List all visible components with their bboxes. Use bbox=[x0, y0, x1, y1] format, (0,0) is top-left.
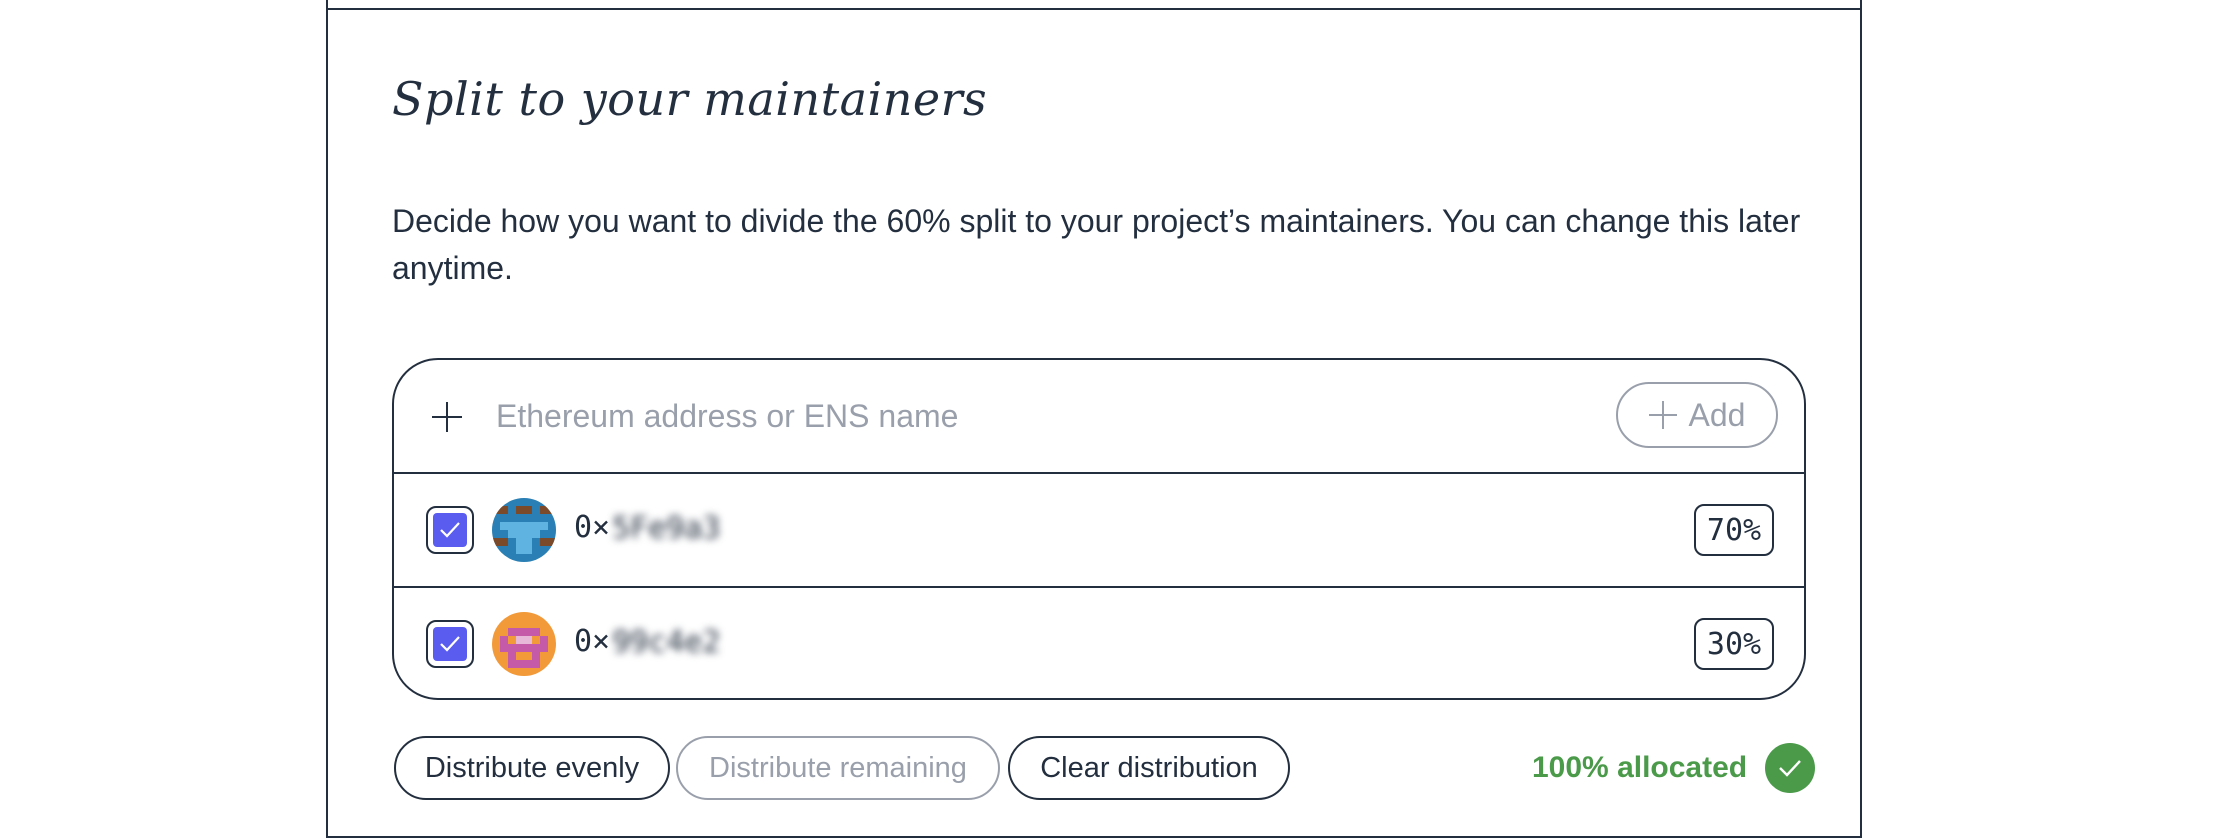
maintainers-panel: Split to your maintainers Decide how you… bbox=[326, 0, 1862, 838]
check-icon bbox=[433, 627, 467, 661]
maintainer-checkbox[interactable] bbox=[426, 620, 474, 668]
maintainers-list: Add bbox=[392, 358, 1806, 700]
maintainer-address: 0×5Fe9a3 bbox=[574, 510, 721, 546]
panel-top-divider bbox=[328, 8, 1860, 10]
maintainer-percent-input[interactable] bbox=[1694, 618, 1774, 670]
address-prefix: 0× bbox=[574, 510, 611, 545]
maintainer-row: 0×99c4e2 bbox=[394, 588, 1804, 698]
plus-icon bbox=[1648, 401, 1677, 429]
section-title: Split to your maintainers bbox=[392, 72, 988, 126]
section-description: Decide how you want to divide the 60% sp… bbox=[392, 203, 1801, 286]
check-circle-icon bbox=[1765, 743, 1816, 793]
add-maintainer-row: Add bbox=[394, 360, 1804, 474]
clear-distribution-button[interactable]: Clear distribution bbox=[1008, 736, 1290, 800]
add-button[interactable]: Add bbox=[1616, 382, 1778, 448]
maintainer-percent-input[interactable] bbox=[1694, 504, 1774, 556]
address-redacted: 99c4e2 bbox=[612, 625, 721, 660]
address-input[interactable] bbox=[496, 390, 1496, 442]
address-redacted: 5Fe9a3 bbox=[612, 511, 721, 546]
add-button-label: Add bbox=[1688, 396, 1746, 433]
distribute-evenly-button[interactable]: Distribute evenly bbox=[394, 736, 670, 800]
allocation-status: 100% allocated bbox=[1532, 736, 1816, 800]
address-prefix: 0× bbox=[574, 624, 611, 659]
plus-icon bbox=[432, 402, 462, 432]
maintainer-checkbox[interactable] bbox=[426, 506, 474, 554]
avatar bbox=[492, 498, 556, 562]
allocation-status-text: 100% allocated bbox=[1532, 751, 1748, 784]
maintainer-address: 0×99c4e2 bbox=[574, 624, 721, 660]
distribute-remaining-button[interactable]: Distribute remaining bbox=[676, 736, 1000, 800]
check-icon bbox=[433, 513, 467, 547]
avatar bbox=[492, 612, 556, 676]
maintainer-row: 0×5Fe9a3 bbox=[394, 474, 1804, 588]
